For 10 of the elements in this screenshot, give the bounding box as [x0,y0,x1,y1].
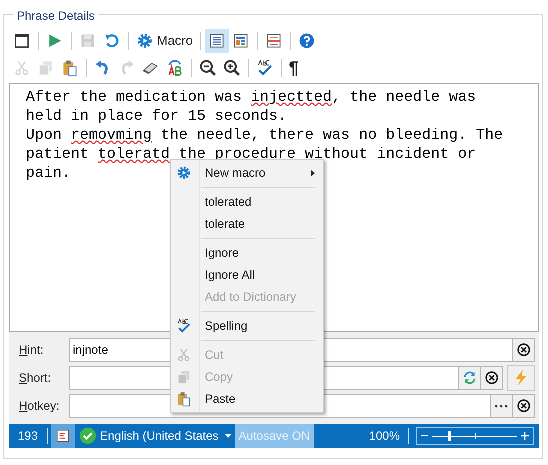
text-line: After the medication was injectted, the needle was [26,88,476,107]
text-line: held in place for 15 seconds. [26,107,288,126]
field-label: Hint: [19,342,45,359]
text-line: Upon removming the needle, there was no bleeding. The [26,126,504,145]
text-line: patient toleratd the procedure without incident or [26,145,476,164]
text-line: pain. [26,164,72,183]
char-count: 193 [17,428,40,445]
field-label: Hotkey: [19,398,61,415]
field-label: Short: [19,370,52,387]
zoom-percent: 100% [369,428,401,445]
